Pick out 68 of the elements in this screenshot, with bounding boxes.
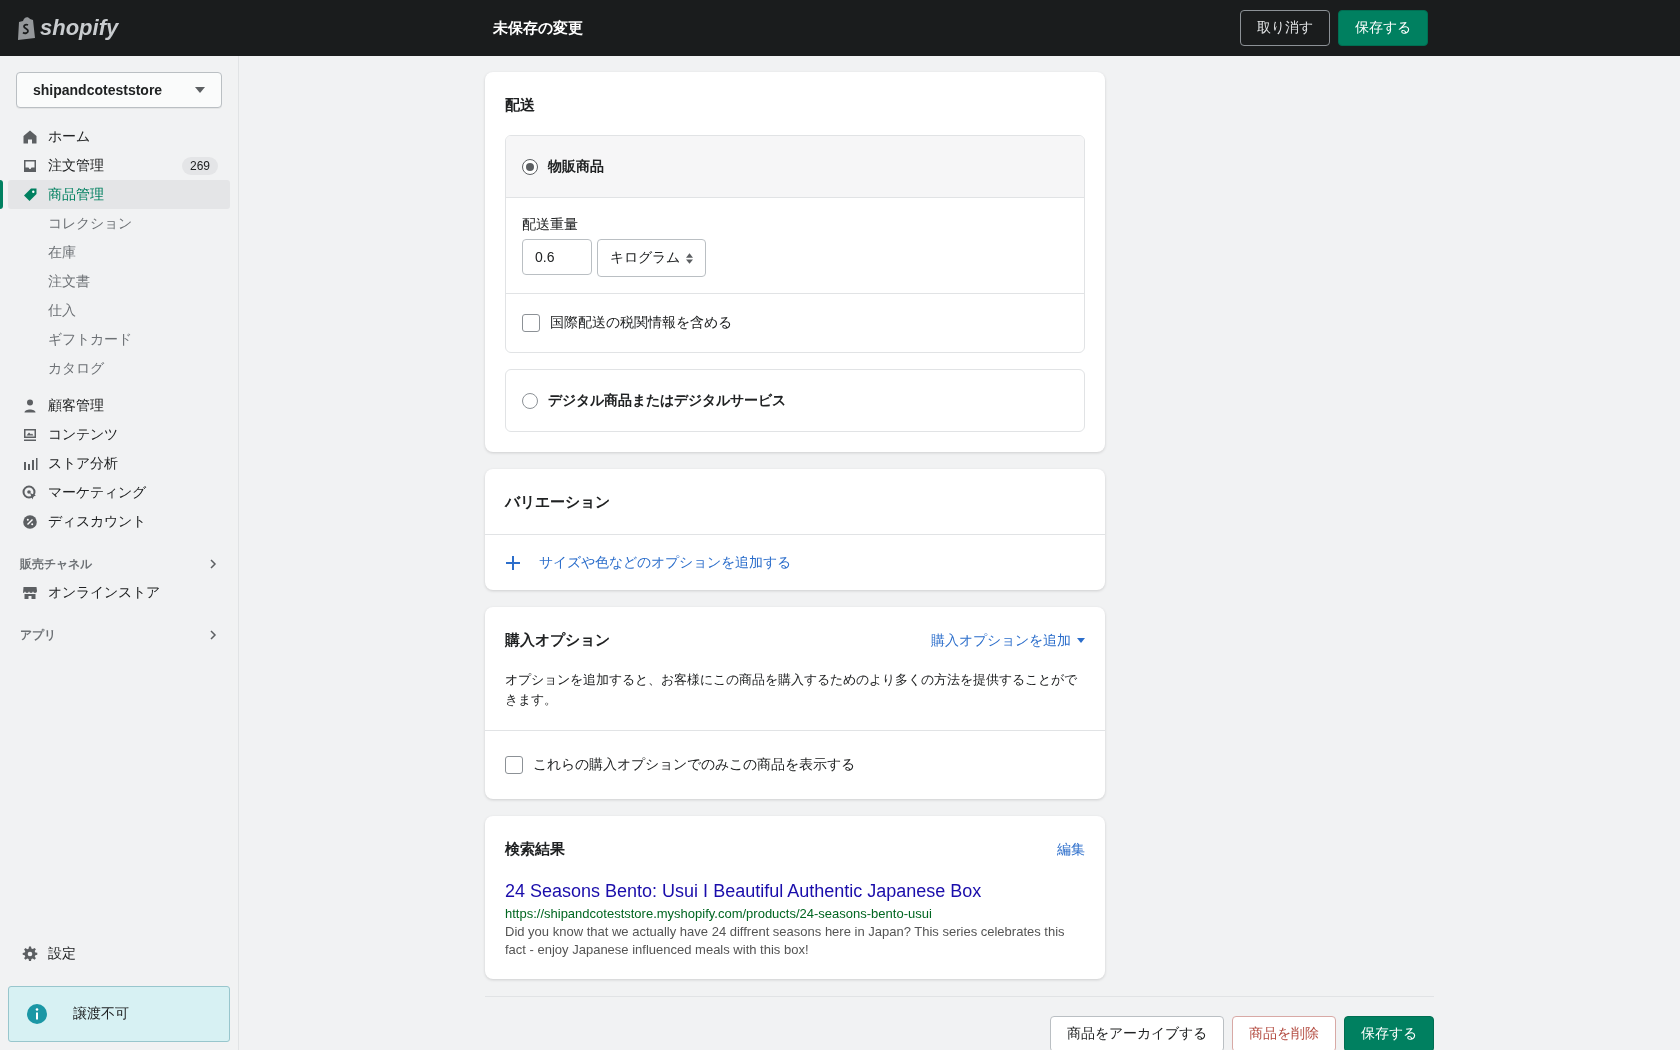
info-icon bbox=[27, 1004, 47, 1024]
card-title: 配送 bbox=[505, 96, 535, 115]
section-heading: アプリ bbox=[20, 626, 56, 644]
logo-text: shopify bbox=[40, 15, 119, 41]
nav-item[interactable]: 注文書 bbox=[8, 267, 230, 296]
nav-item[interactable]: コンテンツ bbox=[8, 420, 230, 449]
selection-indicator bbox=[0, 180, 3, 209]
checkbox-label: 国際配送の税関情報を含める bbox=[550, 314, 732, 332]
nav-item[interactable]: 設定 bbox=[8, 939, 230, 968]
chevron-right-icon[interactable] bbox=[208, 559, 218, 569]
add-purchase-option-link[interactable]: 購入オプションを追加 bbox=[931, 631, 1085, 650]
page-title: 未保存の変更 bbox=[493, 18, 583, 38]
nav-item[interactable]: 顧客管理 bbox=[8, 391, 230, 420]
shopping-bag-icon bbox=[16, 16, 36, 40]
save-button[interactable]: 保存する bbox=[1338, 10, 1428, 46]
discard-button[interactable]: 取り消す bbox=[1240, 10, 1330, 46]
store-selector[interactable]: shipandcoteststore bbox=[16, 72, 222, 108]
nav-item[interactable]: コレクション bbox=[8, 209, 230, 238]
count-badge: 269 bbox=[181, 156, 218, 175]
discount-icon bbox=[22, 513, 38, 530]
inbox-icon bbox=[22, 157, 38, 174]
nav-item[interactable]: ストア分析 bbox=[8, 449, 230, 478]
unit-select[interactable]: キログラム bbox=[597, 239, 706, 277]
search-result-description: Did you know that we actually have 24 diffrent seasons here in Japan? This series celebrates this fact - enjoy Japanese influenced meals with this box! bbox=[505, 923, 1066, 959]
secondary-button[interactable]: 商品をアーカイブする bbox=[1050, 1016, 1224, 1050]
chevron-right-icon[interactable] bbox=[208, 630, 218, 640]
nav-item[interactable]: マーケティング bbox=[8, 478, 230, 507]
checkbox-label: これらの購入オプションでのみこの商品を表示する bbox=[533, 756, 855, 774]
settings-icon bbox=[22, 945, 38, 962]
plus-icon[interactable] bbox=[505, 554, 521, 571]
weight-input[interactable]: 0.6 bbox=[522, 239, 592, 275]
bar-chart-icon bbox=[22, 455, 38, 472]
nav-item[interactable]: ディスカウント bbox=[8, 507, 230, 536]
nav-item[interactable]: 注文管理 269 bbox=[8, 151, 230, 180]
store-icon bbox=[22, 584, 38, 601]
save-button[interactable]: 保存する bbox=[1344, 1016, 1434, 1050]
nav-item[interactable]: 在庫 bbox=[8, 238, 230, 267]
delete-button[interactable]: 商品を削除 bbox=[1232, 1016, 1336, 1050]
checkbox[interactable] bbox=[522, 314, 540, 332]
card-title: バリエーション bbox=[505, 493, 610, 512]
nav-item[interactable]: カタログ bbox=[8, 354, 230, 383]
target-icon bbox=[22, 484, 38, 501]
option-label: デジタル商品またはデジタルサービス bbox=[548, 391, 786, 410]
caret-down-icon bbox=[195, 87, 205, 93]
card-title: 購入オプション bbox=[505, 631, 610, 650]
home-icon bbox=[22, 128, 38, 145]
image-icon bbox=[22, 426, 38, 443]
description-text: オプションを追加すると、お客様にこの商品を購入するためのより多くの方法を提供することができます。 bbox=[504, 671, 1078, 709]
nav-item[interactable]: オンラインストア bbox=[8, 578, 230, 607]
up-down-arrows-icon bbox=[686, 252, 693, 264]
edit-link[interactable]: 編集 bbox=[1057, 840, 1085, 859]
add-option-link[interactable]: サイズや色などのオプションを追加する bbox=[539, 553, 791, 572]
nav-item[interactable]: ホーム bbox=[8, 122, 230, 151]
option-label: 物販商品 bbox=[548, 157, 604, 176]
person-icon bbox=[22, 397, 38, 414]
section-heading: 販売チャネル bbox=[20, 555, 92, 573]
nav-item[interactable]: 仕入 bbox=[8, 296, 230, 325]
banner-text: 譲渡不可 bbox=[73, 1005, 129, 1023]
nav-item[interactable]: ギフトカード bbox=[8, 325, 230, 354]
search-result-url: https://shipandcoteststore.myshopify.com/products/24-seasons-bento-usui bbox=[505, 906, 933, 921]
radio-button[interactable] bbox=[522, 392, 538, 409]
radio-button[interactable] bbox=[522, 158, 538, 175]
checkbox[interactable] bbox=[505, 756, 523, 774]
caret-down-icon bbox=[1077, 638, 1085, 643]
tag-icon bbox=[22, 186, 38, 203]
field-label: 配送重量 bbox=[522, 216, 579, 234]
search-result-title[interactable]: 24 Seasons Bento: Usui I Beautiful Authentic Japanese Box bbox=[505, 881, 1085, 902]
card-title: 検索結果 bbox=[505, 840, 565, 859]
